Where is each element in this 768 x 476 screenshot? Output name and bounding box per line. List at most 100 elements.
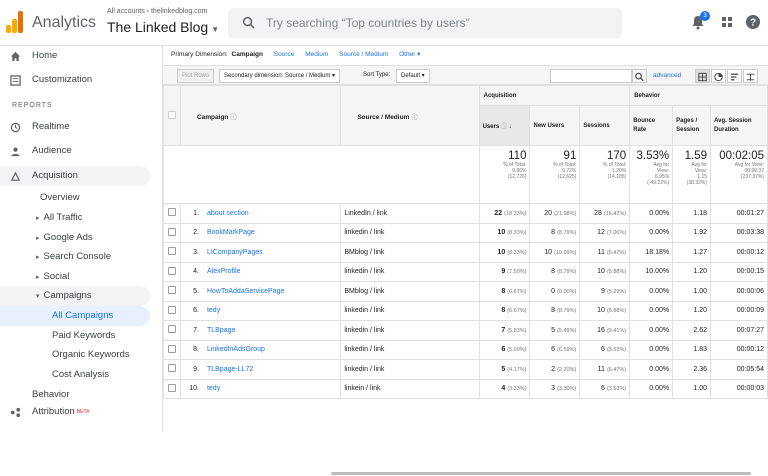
row-checkbox[interactable] [167,286,176,295]
sessions-column-header[interactable]: Sessions [579,105,631,146]
row-checkbox-cell[interactable] [163,203,181,224]
advanced-filter-link[interactable]: advanced [653,72,681,79]
bounce-rate-cell: 18.18% [629,242,674,263]
users-value: 5 [501,365,506,373]
row-checkbox-cell[interactable] [163,378,181,399]
plot-rows-button[interactable]: Plot Rows [177,69,215,83]
row-checkbox-cell[interactable] [163,320,181,341]
sidebar-item-search-console[interactable]: ▸ Search Console [0,247,150,267]
performance-view-button[interactable] [727,69,742,83]
sidebar-item-cost-analysis[interactable]: Cost Analysis [0,365,150,385]
sidebar-item-attribution[interactable]: Attribution BETA [0,402,150,422]
users-value: 4 [501,385,506,393]
users-column-header[interactable]: Users ⓘ ↓ [478,105,531,146]
campaign-link[interactable]: tedy [207,307,220,314]
row-checkbox[interactable] [167,266,176,275]
sidebar-item-acquisition[interactable]: Acquisition [0,166,150,186]
dimension-link-other[interactable]: Other ▾ [399,51,420,58]
top-header: Analytics All accounts › thelinkedblog.c… [0,0,768,46]
dimension-link-source[interactable]: Source [274,51,295,58]
campaign-column-header[interactable]: Campaign ⓘ [179,85,342,146]
apps-grid-icon[interactable] [719,14,735,30]
pages-session-cell: 2.36 [672,359,712,380]
campaign-link[interactable]: AlexProfile [207,268,240,275]
users-value: 8 [501,287,506,295]
sidebar-item-home[interactable]: Home [0,46,150,66]
row-checkbox[interactable] [167,344,176,353]
scrollbar-thumb[interactable] [331,472,751,475]
row-checkbox-cell[interactable] [163,339,181,360]
campaign-link[interactable]: about section [207,210,249,217]
row-checkbox-cell[interactable] [163,222,181,243]
row-checkbox[interactable] [167,325,176,334]
sidebar-item-campaigns[interactable]: ▾ Campaigns [0,286,150,306]
campaign-cell: 8. LinkedInAdsGroup [179,339,342,360]
sidebar-item-overview[interactable]: Overview [0,188,150,208]
sidebar-item-google-ads[interactable]: ▸ Google Ads [0,228,150,248]
row-checkbox[interactable] [167,364,176,373]
sessions-pct: (9.41%) [606,327,627,334]
table-view-button[interactable] [695,69,710,83]
pie-view-button[interactable] [711,69,726,83]
users-cell: 7 (5.83%) [478,320,531,341]
new-users-cell: 6 (6.59%) [529,339,581,360]
sidebar-item-paid-keywords[interactable]: Paid Keywords [0,326,150,346]
campaign-link[interactable]: HowToAddaServicePage [207,288,284,295]
secondary-dimension-select[interactable]: Secondary dimension: Source / Medium ▾ [219,69,341,83]
account-selector[interactable]: The Linked Blog ▼ [107,19,219,35]
table-search-button[interactable] [632,69,647,83]
row-checkbox-cell[interactable] [163,281,181,302]
campaign-link[interactable]: TLBpage [207,327,235,334]
acquisition-group-header: Acquisition [478,85,631,106]
dimension-link-source-medium[interactable]: Source / Medium [339,51,388,58]
bounce-rate-cell: 0.00% [629,300,674,321]
campaign-link[interactable]: LICompanyPages [207,249,263,256]
search-bar[interactable] [228,8,622,38]
source-medium-column-header[interactable]: Source / Medium ⓘ [340,85,480,146]
row-checkbox-cell[interactable] [163,359,181,380]
avg-session-column-header[interactable]: Avg. Session Duration [710,105,768,146]
row-checkbox[interactable] [167,227,176,236]
new-users-column-header[interactable]: New Users [529,105,581,146]
sidebar-item-realtime[interactable]: Realtime [0,117,150,137]
horizontal-scrollbar[interactable] [325,472,768,476]
sidebar-item-all-campaigns[interactable]: All Campaigns [0,306,150,326]
campaign-link[interactable]: TLBpage-LL72 [207,366,253,373]
select-all-header[interactable] [163,85,181,146]
select-all-checkbox[interactable] [167,110,176,119]
bounce-rate-column-header[interactable]: Bounce Rate [629,105,674,146]
sidebar-item-social[interactable]: ▸ Social [0,267,150,287]
new-users-cell: 20 (21.98%) [529,203,581,224]
pages-session-cell: 1.83 [672,339,712,360]
row-checkbox-cell[interactable] [163,242,181,263]
campaign-link[interactable]: LinkedInAdsGroup [207,346,265,353]
sidebar-item-organic-keywords[interactable]: Organic Keywords [0,345,150,365]
analytics-logo[interactable] [6,11,24,33]
row-checkbox-cell[interactable] [163,300,181,321]
account-breadcrumb[interactable]: All accounts › thelinkedblog.com [107,8,207,15]
sort-type-select[interactable]: Default ▾ [396,69,430,83]
row-checkbox[interactable] [167,208,176,217]
sidebar-item-label: Audience [32,145,72,156]
help-icon[interactable]: ? [745,14,761,30]
row-checkbox[interactable] [167,247,176,256]
total-pages-diff: (38.32%) [686,180,708,186]
expand-arrow-icon: ▸ [36,274,40,281]
new-users-value: 20 [544,209,553,217]
sessions-value: 10 [597,268,605,276]
pages-session-column-header[interactable]: Pages / Session [672,105,712,146]
campaign-link[interactable]: BookMarkPage [207,229,255,236]
row-checkbox[interactable] [167,383,176,392]
search-input[interactable] [266,14,606,32]
comparison-view-button[interactable] [743,69,758,83]
table-filter-input[interactable] [550,69,632,83]
reports-section-label: REPORTS [12,102,53,109]
row-checkbox-cell[interactable] [163,261,181,282]
sidebar-item-all-traffic[interactable]: ▸ All Traffic [0,208,150,228]
sidebar-item-audience[interactable]: Audience [0,141,150,161]
sidebar-item-behavior[interactable]: Behavior [0,386,150,398]
dimension-link-medium[interactable]: Medium [305,51,328,58]
campaign-link[interactable]: tedy [207,385,220,392]
sidebar-item-customization[interactable]: Customization [0,70,150,90]
row-checkbox[interactable] [167,305,176,314]
